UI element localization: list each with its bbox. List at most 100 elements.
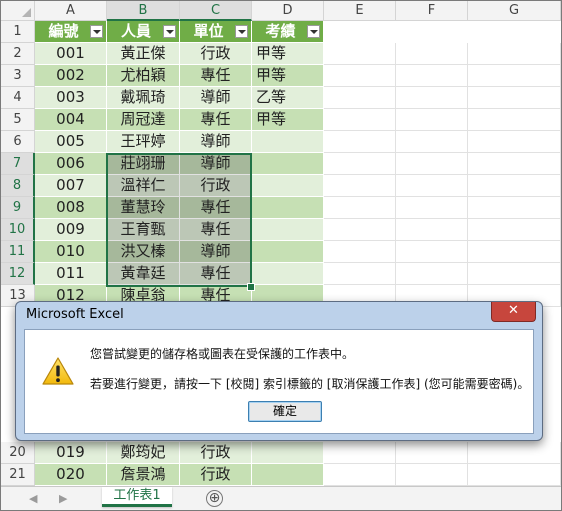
select-all-corner[interactable]: [1, 1, 35, 21]
column-header-c[interactable]: C: [180, 1, 252, 21]
empty-cell[interactable]: [324, 197, 396, 219]
empty-cell[interactable]: [468, 241, 561, 263]
table-cell[interactable]: 001: [35, 43, 107, 65]
table-cell[interactable]: 乙等: [252, 87, 324, 109]
row-header[interactable]: 3: [1, 65, 35, 87]
table-cell[interactable]: 002: [35, 65, 107, 87]
table-cell[interactable]: 專任: [180, 197, 252, 219]
empty-cell[interactable]: [468, 175, 561, 197]
table-cell[interactable]: 020: [35, 464, 107, 486]
row-header[interactable]: 4: [1, 87, 35, 109]
table-cell[interactable]: 導師: [180, 131, 252, 153]
table-cell[interactable]: [252, 464, 324, 486]
table-cell[interactable]: [252, 263, 324, 285]
empty-cell[interactable]: [324, 153, 396, 175]
table-cell[interactable]: [252, 197, 324, 219]
table-cell[interactable]: [252, 442, 324, 464]
empty-cell[interactable]: [396, 442, 468, 464]
add-sheet-icon[interactable]: ⊕: [206, 490, 223, 507]
table-cell[interactable]: 行政: [180, 175, 252, 197]
scroll-left-icon[interactable]: ◀: [29, 492, 37, 505]
column-header-a[interactable]: A: [35, 1, 107, 21]
empty-cell[interactable]: [468, 263, 561, 285]
empty-cell[interactable]: [468, 87, 561, 109]
empty-cell[interactable]: [468, 131, 561, 153]
filter-dropdown-icon[interactable]: [163, 25, 176, 38]
row-header[interactable]: 21: [1, 464, 35, 486]
table-cell[interactable]: 甲等: [252, 65, 324, 87]
header-cell-unit[interactable]: 單位: [180, 21, 252, 43]
empty-cell[interactable]: [396, 43, 468, 65]
header-cell-id[interactable]: 編號: [35, 21, 107, 43]
empty-cell[interactable]: [468, 442, 561, 464]
empty-cell[interactable]: [468, 109, 561, 131]
table-cell[interactable]: 洪又榛: [107, 241, 180, 263]
empty-cell[interactable]: [324, 241, 396, 263]
table-cell[interactable]: 董慧玲: [107, 197, 180, 219]
table-cell[interactable]: 詹景鴻: [107, 464, 180, 486]
table-cell[interactable]: 戴珮琦: [107, 87, 180, 109]
table-cell[interactable]: 010: [35, 241, 107, 263]
empty-cell[interactable]: [324, 109, 396, 131]
empty-cell[interactable]: [468, 219, 561, 241]
empty-cell[interactable]: [324, 43, 396, 65]
table-cell[interactable]: 006: [35, 153, 107, 175]
table-cell[interactable]: [252, 241, 324, 263]
table-cell[interactable]: 011: [35, 263, 107, 285]
table-cell[interactable]: 專任: [180, 219, 252, 241]
column-header-g[interactable]: G: [468, 1, 561, 21]
empty-cell[interactable]: [468, 43, 561, 65]
empty-cell[interactable]: [396, 87, 468, 109]
empty-cell[interactable]: [396, 464, 468, 486]
empty-cell[interactable]: [324, 219, 396, 241]
row-header[interactable]: 11: [1, 241, 35, 263]
table-cell[interactable]: 導師: [180, 153, 252, 175]
empty-cell[interactable]: [468, 197, 561, 219]
empty-cell[interactable]: [324, 65, 396, 87]
table-cell[interactable]: 行政: [180, 43, 252, 65]
header-cell-person[interactable]: 人員: [107, 21, 180, 43]
row-header-1[interactable]: 1: [1, 21, 35, 43]
empty-cell[interactable]: [396, 263, 468, 285]
empty-cell[interactable]: [324, 442, 396, 464]
table-cell[interactable]: 專任: [180, 65, 252, 87]
column-header-d[interactable]: D: [252, 1, 324, 21]
row-header[interactable]: 7: [1, 153, 35, 175]
table-cell[interactable]: 甲等: [252, 109, 324, 131]
empty-cell[interactable]: [396, 175, 468, 197]
fill-handle[interactable]: [247, 283, 255, 291]
row-header[interactable]: 20: [1, 442, 35, 464]
ok-button[interactable]: 確定: [248, 401, 322, 422]
row-header[interactable]: 6: [1, 131, 35, 153]
table-cell[interactable]: 019: [35, 442, 107, 464]
row-header[interactable]: 5: [1, 109, 35, 131]
scroll-right-icon[interactable]: ▶: [59, 492, 67, 505]
row-header[interactable]: 9: [1, 197, 35, 219]
empty-cell[interactable]: [396, 65, 468, 87]
column-header-b[interactable]: B: [107, 1, 180, 21]
empty-cell[interactable]: [396, 153, 468, 175]
table-cell[interactable]: 導師: [180, 87, 252, 109]
table-cell[interactable]: 王玶婷: [107, 131, 180, 153]
table-cell[interactable]: 黃韋廷: [107, 263, 180, 285]
header-cell-grade[interactable]: 考績: [252, 21, 324, 43]
table-cell[interactable]: 009: [35, 219, 107, 241]
empty-cell[interactable]: [468, 153, 561, 175]
table-cell[interactable]: 行政: [180, 442, 252, 464]
empty-cell[interactable]: [324, 263, 396, 285]
table-cell[interactable]: 008: [35, 197, 107, 219]
row-header[interactable]: 2: [1, 43, 35, 65]
table-cell[interactable]: 導師: [180, 241, 252, 263]
close-button[interactable]: ✕: [491, 302, 536, 322]
empty-cell[interactable]: [324, 464, 396, 486]
empty-cell[interactable]: [396, 241, 468, 263]
table-cell[interactable]: 007: [35, 175, 107, 197]
table-cell[interactable]: 005: [35, 131, 107, 153]
filter-dropdown-icon[interactable]: [307, 25, 320, 38]
empty-cell[interactable]: [468, 464, 561, 486]
table-cell[interactable]: 行政: [180, 464, 252, 486]
row-header[interactable]: 8: [1, 175, 35, 197]
empty-cell[interactable]: [324, 87, 396, 109]
empty-cell[interactable]: [324, 131, 396, 153]
row-header[interactable]: 12: [1, 263, 35, 285]
